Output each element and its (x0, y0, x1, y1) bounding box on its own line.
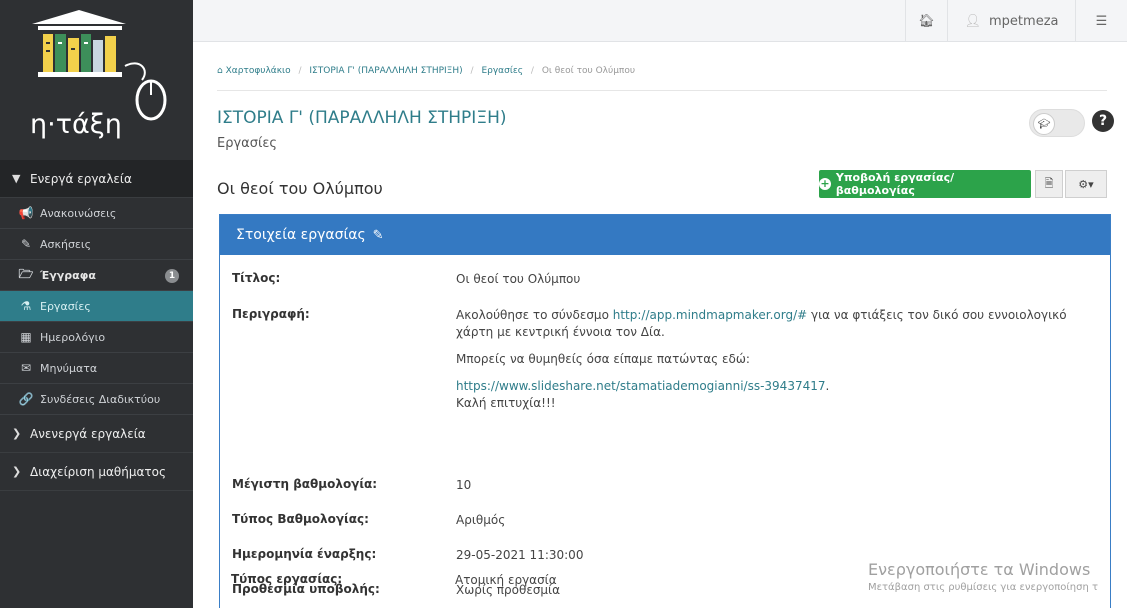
user-icon: 👤︎ (964, 13, 982, 29)
home-button[interactable]: 🏠︎ (905, 0, 947, 42)
field-label: Τίτλος: (232, 271, 281, 285)
document-icon: 🗎 (1044, 176, 1054, 190)
chevron-right-icon: ❯ (12, 427, 22, 440)
description-paragraph: https://www.slideshare.net/stamatiademog… (456, 379, 830, 393)
sidebar-section-inactive-tools[interactable]: ❯ Ανενεργά εργαλεία (0, 415, 193, 453)
sliders-icon: ☰ (1095, 13, 1108, 29)
sidebar-item-label: Έγγραφα (40, 268, 96, 282)
options-dropdown-button[interactable]: ⚙▾ (1065, 170, 1107, 198)
main-content: ⌂ Χαρτοφυλάκιο / ΙΣΤΟΡΙΑ Γ' (ΠΑΡΑΛΛΗΛΗ Σ… (193, 42, 1127, 608)
logo-text: η·τάξη (30, 109, 122, 140)
sidebar-section-active-tools[interactable]: ▼ Ενεργά εργαλεία (0, 160, 193, 198)
chevron-right-icon: ❯ (12, 465, 22, 478)
description-paragraph: Καλή επιτυχία!!! (456, 396, 556, 410)
breadcrumb-current: Οι θεοί του Ολύμπου (541, 66, 636, 76)
sidebar-section-course-admin[interactable]: ❯ Διαχείριση μαθήματος (0, 453, 193, 491)
sidebar-item-label: Συνδέσεις Διαδικτύου (40, 392, 161, 406)
field-value: 10 (456, 478, 472, 492)
export-document-button[interactable]: 🗎 (1035, 170, 1063, 198)
breadcrumb: ⌂ Χαρτοφυλάκιο / ΙΣΤΟΡΙΑ Γ' (ΠΑΡΑΛΛΗΛΗ Σ… (217, 66, 636, 76)
topbar: 🏠︎ 👤︎ mpetmeza ☰ (193, 0, 1127, 42)
home-icon: ⌂ (217, 66, 223, 76)
graduation-cap-icon: 🎓︎ (1033, 113, 1055, 135)
panel-heading: Στοιχεία εργασίας (236, 227, 366, 243)
submit-button-label: Υποβολή εργασίας/βαθμολογίας (835, 171, 955, 197)
plus-circle-icon: + (819, 177, 831, 190)
field-value: Αριθμός (456, 513, 506, 527)
edit-icon: ✎ (20, 237, 32, 251)
field-value: Οι θεοί του Ολύμπου (456, 272, 581, 286)
sidebar-item-links[interactable]: 🔗 Συνδέσεις Διαδικτύου (0, 384, 193, 415)
sidebar-item-label: Ασκήσεις (40, 237, 92, 251)
description-paragraph: Μπορείς να θυμηθείς όσα είπαμε πατώντας … (456, 352, 750, 366)
field-label: Τύπος εργασίας: (231, 572, 343, 586)
watermark-line: Ενεργοποιήστε τα Windows (868, 560, 1091, 579)
sidebar-item-label: Μηνύματα (40, 361, 98, 375)
calendar-icon: ▦ (20, 330, 32, 344)
sidebar-item-label: Εργασίες (40, 299, 91, 313)
sidebar-item-calendar[interactable]: ▦ Ημερολόγιο (0, 322, 193, 353)
username: mpetmeza (989, 13, 1059, 29)
sidebar-item-label: Ημερολόγιο (40, 330, 106, 344)
watermark-line: Μετάβαση στις ρυθμίσεις για ενεργοποίηση… (868, 582, 1099, 593)
panel-header: Στοιχεία εργασίας ✎ (220, 215, 1110, 255)
windows-activation-watermark: Ενεργοποιήστε τα Windows Μετάβαση στις ρ… (868, 560, 1098, 593)
field-label: Ημερομηνία έναρξης: (232, 547, 377, 561)
description-paragraph: Ακολούθησε το σύνδεσμο http://app.mindma… (456, 308, 1067, 339)
link-icon: 🔗 (18, 392, 34, 406)
megaphone-icon: 📢 (18, 206, 34, 220)
breadcrumb-portfolio[interactable]: Χαρτοφυλάκιο (226, 66, 291, 76)
sidebar-item-messages[interactable]: ✉ Μηνύματα (0, 353, 193, 384)
sidebar-item-documents[interactable]: 🗁 Έγγραφα 1 (0, 260, 193, 291)
mindmap-link[interactable]: http://app.mindmapmaker.org/# (613, 308, 807, 322)
submit-assignment-button[interactable]: + Υποβολή εργασίας/βαθμολογίας (819, 170, 1031, 198)
sidebar-section-label: Διαχείριση μαθήματος (30, 464, 167, 479)
assignment-details-panel: Στοιχεία εργασίας ✎ Τίτλος: Οι θεοί του … (219, 214, 1111, 608)
chevron-down-icon: ▼ (12, 172, 21, 185)
student-view-toggle[interactable]: 🎓︎ (1029, 109, 1085, 137)
envelope-icon: ✉ (20, 361, 32, 375)
settings-toggle-button[interactable]: ☰ (1075, 0, 1127, 42)
flask-icon: ⚗ (20, 299, 32, 313)
breadcrumb-assignments[interactable]: Εργασίες (481, 66, 523, 76)
field-label: Περιγραφή: (232, 307, 310, 321)
sidebar-item-assignments[interactable]: ⚗ Εργασίες (0, 291, 193, 322)
breadcrumb-course[interactable]: ΙΣΤΟΡΙΑ Γ' (ΠΑΡΑΛΛΗΛΗ ΣΤΗΡΙΞΗ) (309, 66, 462, 76)
sidebar: η·τάξη ▼ Ενεργά εργαλεία 📢 Ανακοινώσεις … (0, 0, 193, 608)
gears-icon: ⚙▾ (1078, 177, 1094, 191)
folder-icon: 🗁 (18, 266, 34, 281)
page-title: ΙΣΤΟΡΙΑ Γ' (ΠΑΡΑΛΛΗΛΗ ΣΤΗΡΙΞΗ) (217, 108, 507, 128)
sidebar-section-label: Ανενεργά εργαλεία (30, 426, 146, 441)
field-label: Τύπος Βαθμολογίας: (232, 512, 369, 526)
field-label: Μέγιστη βαθμολογία: (232, 477, 378, 491)
slideshare-link[interactable]: https://www.slideshare.net/stamatiademog… (456, 379, 826, 393)
edit-icon[interactable]: ✎ (373, 228, 384, 243)
sidebar-item-label: Ανακοινώσεις (40, 206, 117, 220)
count-badge: 1 (165, 269, 179, 283)
sidebar-section-label: Ενεργά εργαλεία (30, 171, 132, 186)
field-value: Ακολούθησε το σύνδεσμο http://app.mindma… (456, 307, 1096, 412)
page-subtitle: Εργασίες (217, 136, 278, 151)
divider (217, 90, 1107, 91)
assignment-title: Οι θεοί του Ολύμπου (217, 179, 383, 198)
sidebar-item-exercises[interactable]: ✎ Ασκήσεις (0, 229, 193, 260)
help-button[interactable]: ? (1092, 110, 1114, 132)
user-menu-button[interactable]: 👤︎ mpetmeza (947, 0, 1075, 42)
home-icon: 🏠︎ (918, 13, 935, 29)
logo[interactable]: η·τάξη (0, 0, 193, 160)
sidebar-item-announcements[interactable]: 📢 Ανακοινώσεις (0, 198, 193, 229)
